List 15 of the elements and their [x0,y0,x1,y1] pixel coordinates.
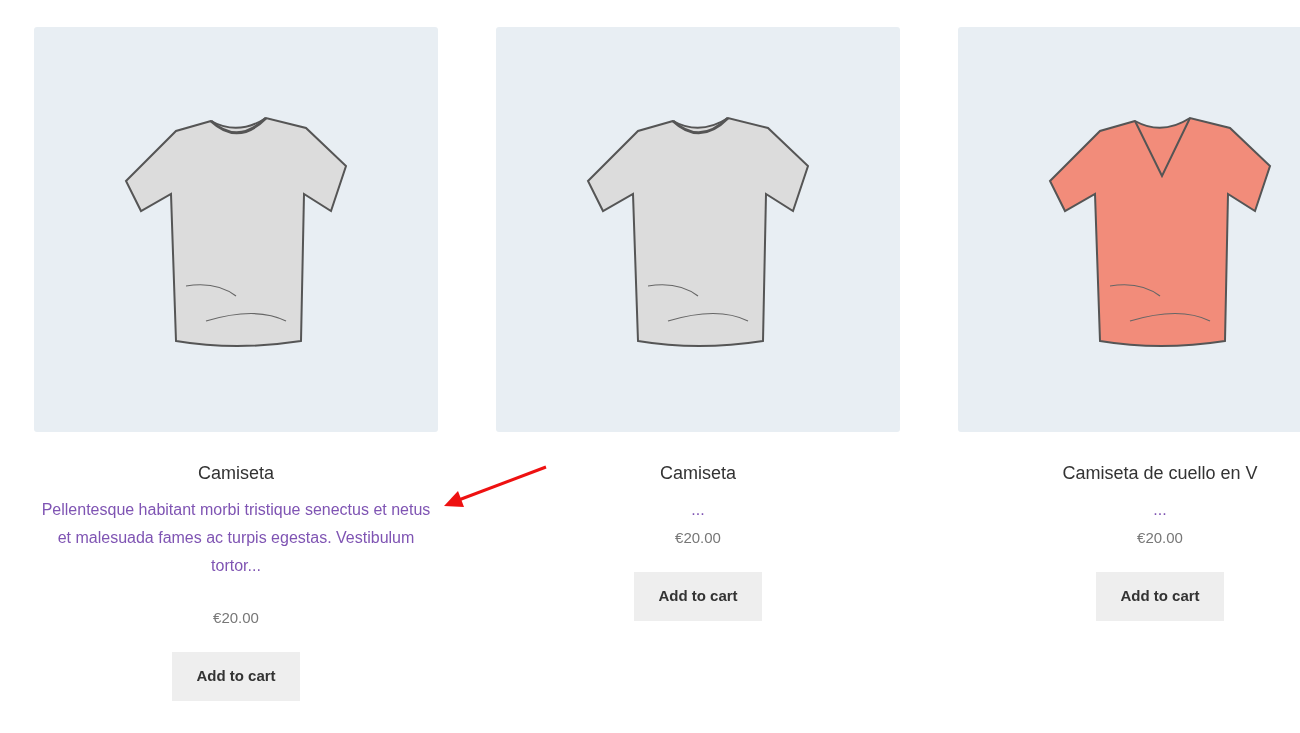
product-image[interactable] [958,27,1300,432]
product-image[interactable] [496,27,900,432]
product-excerpt: ... [691,500,705,520]
product-price: €20.00 [1137,528,1183,548]
product-title[interactable]: Camiseta de cuello en V [1062,459,1258,487]
add-to-cart-button[interactable]: Add to cart [1096,572,1224,621]
product-title[interactable]: Camiseta [660,459,736,487]
add-to-cart-button[interactable]: Add to cart [172,652,300,701]
product-image[interactable] [34,27,438,432]
add-to-cart-button[interactable]: Add to cart [634,572,762,621]
product-excerpt: ... [1153,500,1167,520]
product-price: €20.00 [213,608,259,628]
product-price: €20.00 [675,528,721,548]
product-excerpt: Pellentesque habitant morbi tristique senectus et netus et malesuada fames ac turpis egestas. Vestibulum tortor... [40,500,432,576]
product-title[interactable]: Camiseta [198,459,274,487]
